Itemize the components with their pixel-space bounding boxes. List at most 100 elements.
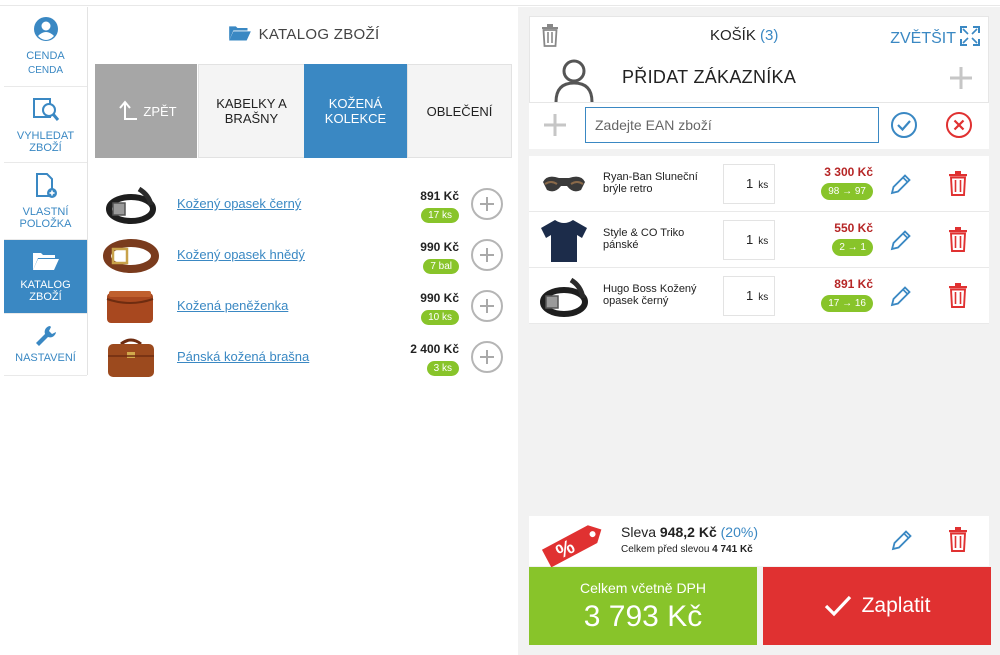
add-item-plus-icon[interactable]: [543, 113, 567, 137]
quantity-field[interactable]: 1 ks: [723, 164, 775, 204]
product-price: 2 400 Kč: [410, 342, 459, 356]
tab-leather-collection[interactable]: KOŽENÁ KOLEKCE: [304, 64, 407, 158]
cart-item-price: 3 300 Kč: [824, 165, 873, 179]
category-tabs: ZPĚT KABELKY A BRAŠNY KOŽENÁ KOLEKCE OBL…: [95, 64, 512, 158]
discount-amount: 948,2 Kč: [659, 524, 717, 540]
bag-thumb: [108, 338, 154, 377]
trash-icon[interactable]: [947, 170, 969, 196]
stock-badge: 3 ks: [426, 361, 459, 376]
sidebar-item-settings[interactable]: NASTAVENÍ: [4, 314, 87, 376]
cart-panel: KOŠÍK (3) ZVĚTŠIT PŘIDAT ZÁKAZNÍKA Zadej…: [518, 7, 1000, 655]
subtotal-before-discount: Celkem před slevou 4 741 Kč: [621, 544, 753, 555]
product-row[interactable]: Kožený opasek hnědý 990 Kč 7 bal: [95, 230, 509, 280]
cancel-x-icon[interactable]: [945, 111, 973, 139]
cart-item-name: Style & CO Triko pánské: [603, 227, 685, 251]
sidebar-item-label: KATALOG ZBOŽÍ: [20, 279, 71, 303]
subtotal-label: Celkem před slevou: [621, 544, 710, 555]
total-value: 3 793 Kč: [583, 600, 703, 633]
new-document-icon: [35, 173, 57, 198]
sidebar-item-label: CENDA: [26, 50, 65, 62]
tab-bags[interactable]: KABELKY A BRAŠNY: [198, 64, 305, 158]
black-belt-thumb: [540, 277, 588, 317]
add-to-cart-button[interactable]: [471, 290, 503, 322]
cart-item-name: Hugo Boss Kožený opasek černý: [603, 283, 697, 307]
zoom-label: ZVĚTŠIT: [890, 30, 956, 47]
wrench-icon: [35, 326, 56, 346]
customer-avatar-icon: [554, 59, 594, 103]
pay-button[interactable]: Zaplatit: [763, 567, 991, 645]
stock-badge: 17 ks: [421, 208, 459, 223]
confirm-check-icon[interactable]: [890, 111, 918, 139]
catalog-panel: KATALOG ZBOŽÍ ZPĚT KABELKY A BRAŠNY KOŽE…: [88, 7, 518, 655]
pencil-icon[interactable]: [889, 284, 913, 308]
stock-change-badge: 17 → 16: [821, 295, 873, 312]
product-row[interactable]: Kožená peněženka 990 Kč 10 ks: [95, 281, 509, 331]
zoom-button[interactable]: ZVĚTŠIT: [890, 26, 980, 48]
discount-label: Sleva: [621, 524, 657, 540]
cart-title-text: KOŠÍK: [710, 27, 756, 44]
tab-clothing[interactable]: OBLEČENÍ: [407, 64, 512, 158]
product-name-link[interactable]: Kožená peněženka: [177, 298, 288, 313]
expand-icon: [960, 26, 980, 46]
sunglasses-thumb: [543, 176, 585, 192]
product-name-link[interactable]: Kožený opasek černý: [177, 196, 301, 211]
black-belt-thumb: [106, 186, 156, 224]
trash-icon[interactable]: [540, 23, 560, 47]
top-border: [0, 0, 1000, 6]
product-row[interactable]: Kožený opasek černý 891 Kč 17 ks: [95, 179, 509, 229]
sidebar-item-catalog[interactable]: KATALOG ZBOŽÍ: [4, 240, 87, 314]
tab-label: OBLEČENÍ: [426, 103, 493, 119]
add-to-cart-button[interactable]: [471, 341, 503, 373]
pay-button-label: Zaplatit: [861, 594, 931, 617]
cart-count: (3): [760, 27, 779, 44]
quantity-field[interactable]: 1 ks: [723, 220, 775, 260]
add-customer-row[interactable]: PŘIDAT ZÁKAZNÍKA: [529, 53, 989, 103]
discount-tag-icon: %: [541, 525, 602, 568]
cart-item-price: 891 Kč: [834, 277, 873, 291]
cart-item-row[interactable]: Ryan-Ban Sluneční brýle retro 1 ks 3 300 …: [529, 156, 989, 212]
add-to-cart-button[interactable]: [471, 188, 503, 220]
tab-label: KABELKY A BRAŠNY: [216, 96, 287, 126]
quantity-unit: ks: [758, 180, 769, 191]
cart-item-row[interactable]: Hugo Boss Kožený opasek černý 1 ks 891 Kč…: [529, 268, 989, 324]
pencil-icon[interactable]: [890, 528, 914, 552]
sidebar-item-label: VLASTNÍ POLOŽKA: [19, 206, 72, 230]
brown-belt-thumb: [103, 239, 159, 273]
stock-change-badge: 2 → 1: [832, 239, 873, 256]
trash-icon[interactable]: [947, 282, 969, 308]
search-product-icon: [32, 98, 59, 121]
pencil-icon[interactable]: [889, 228, 913, 252]
tab-label: KOŽENÁ KOLEKCE: [324, 96, 387, 126]
pencil-icon[interactable]: [889, 172, 913, 196]
checkmark-icon: [824, 595, 851, 617]
folder-open-icon: [228, 26, 251, 41]
quantity-value: 1: [746, 232, 754, 247]
cart-title: KOŠÍK (3): [710, 27, 778, 44]
trash-icon[interactable]: [947, 526, 969, 552]
ean-row: [529, 103, 989, 149]
sidebar-item-label: VYHLEDAT ZBOŽÍ: [16, 130, 75, 154]
product-name-link[interactable]: Pánská kožená brašna: [177, 349, 309, 364]
stock-badge: 7 bal: [423, 259, 459, 274]
product-row[interactable]: Pánská kožená brašna 2 400 Kč 3 ks: [95, 332, 509, 382]
add-to-cart-button[interactable]: [471, 239, 503, 271]
cart-item-row[interactable]: Style & CO Triko pánské 1 ks 550 Kč 2 → 1: [529, 212, 989, 268]
back-button[interactable]: ZPĚT: [95, 64, 197, 158]
quantity-value: 1: [746, 176, 754, 191]
cart-item-name: Ryan-Ban Sluneční brýle retro: [603, 171, 698, 195]
quantity-field[interactable]: 1 ks: [723, 276, 775, 316]
sidebar: CENDA CENDA VYHLEDAT ZBOŽÍ VLASTNÍ POLOŽ…: [4, 7, 88, 376]
sidebar-item-custom-item[interactable]: VLASTNÍ POLOŽKA: [4, 163, 87, 240]
add-customer-plus-icon[interactable]: [948, 65, 974, 91]
quantity-value: 1: [746, 288, 754, 303]
folder-open-icon: [32, 253, 59, 270]
discount-summary: Sleva 948,2 Kč (20%): [621, 524, 758, 540]
trash-icon[interactable]: [947, 226, 969, 252]
ean-input[interactable]: [585, 107, 879, 143]
wallet-thumb: [106, 291, 154, 323]
product-name-link[interactable]: Kožený opasek hnědý: [177, 247, 305, 262]
product-price: 891 Kč: [420, 189, 459, 203]
sidebar-item-search-product[interactable]: VYHLEDAT ZBOŽÍ: [4, 87, 87, 163]
add-customer-label: PŘIDAT ZÁKAZNÍKA: [622, 67, 797, 87]
sidebar-item-user[interactable]: CENDA CENDA: [4, 7, 87, 87]
